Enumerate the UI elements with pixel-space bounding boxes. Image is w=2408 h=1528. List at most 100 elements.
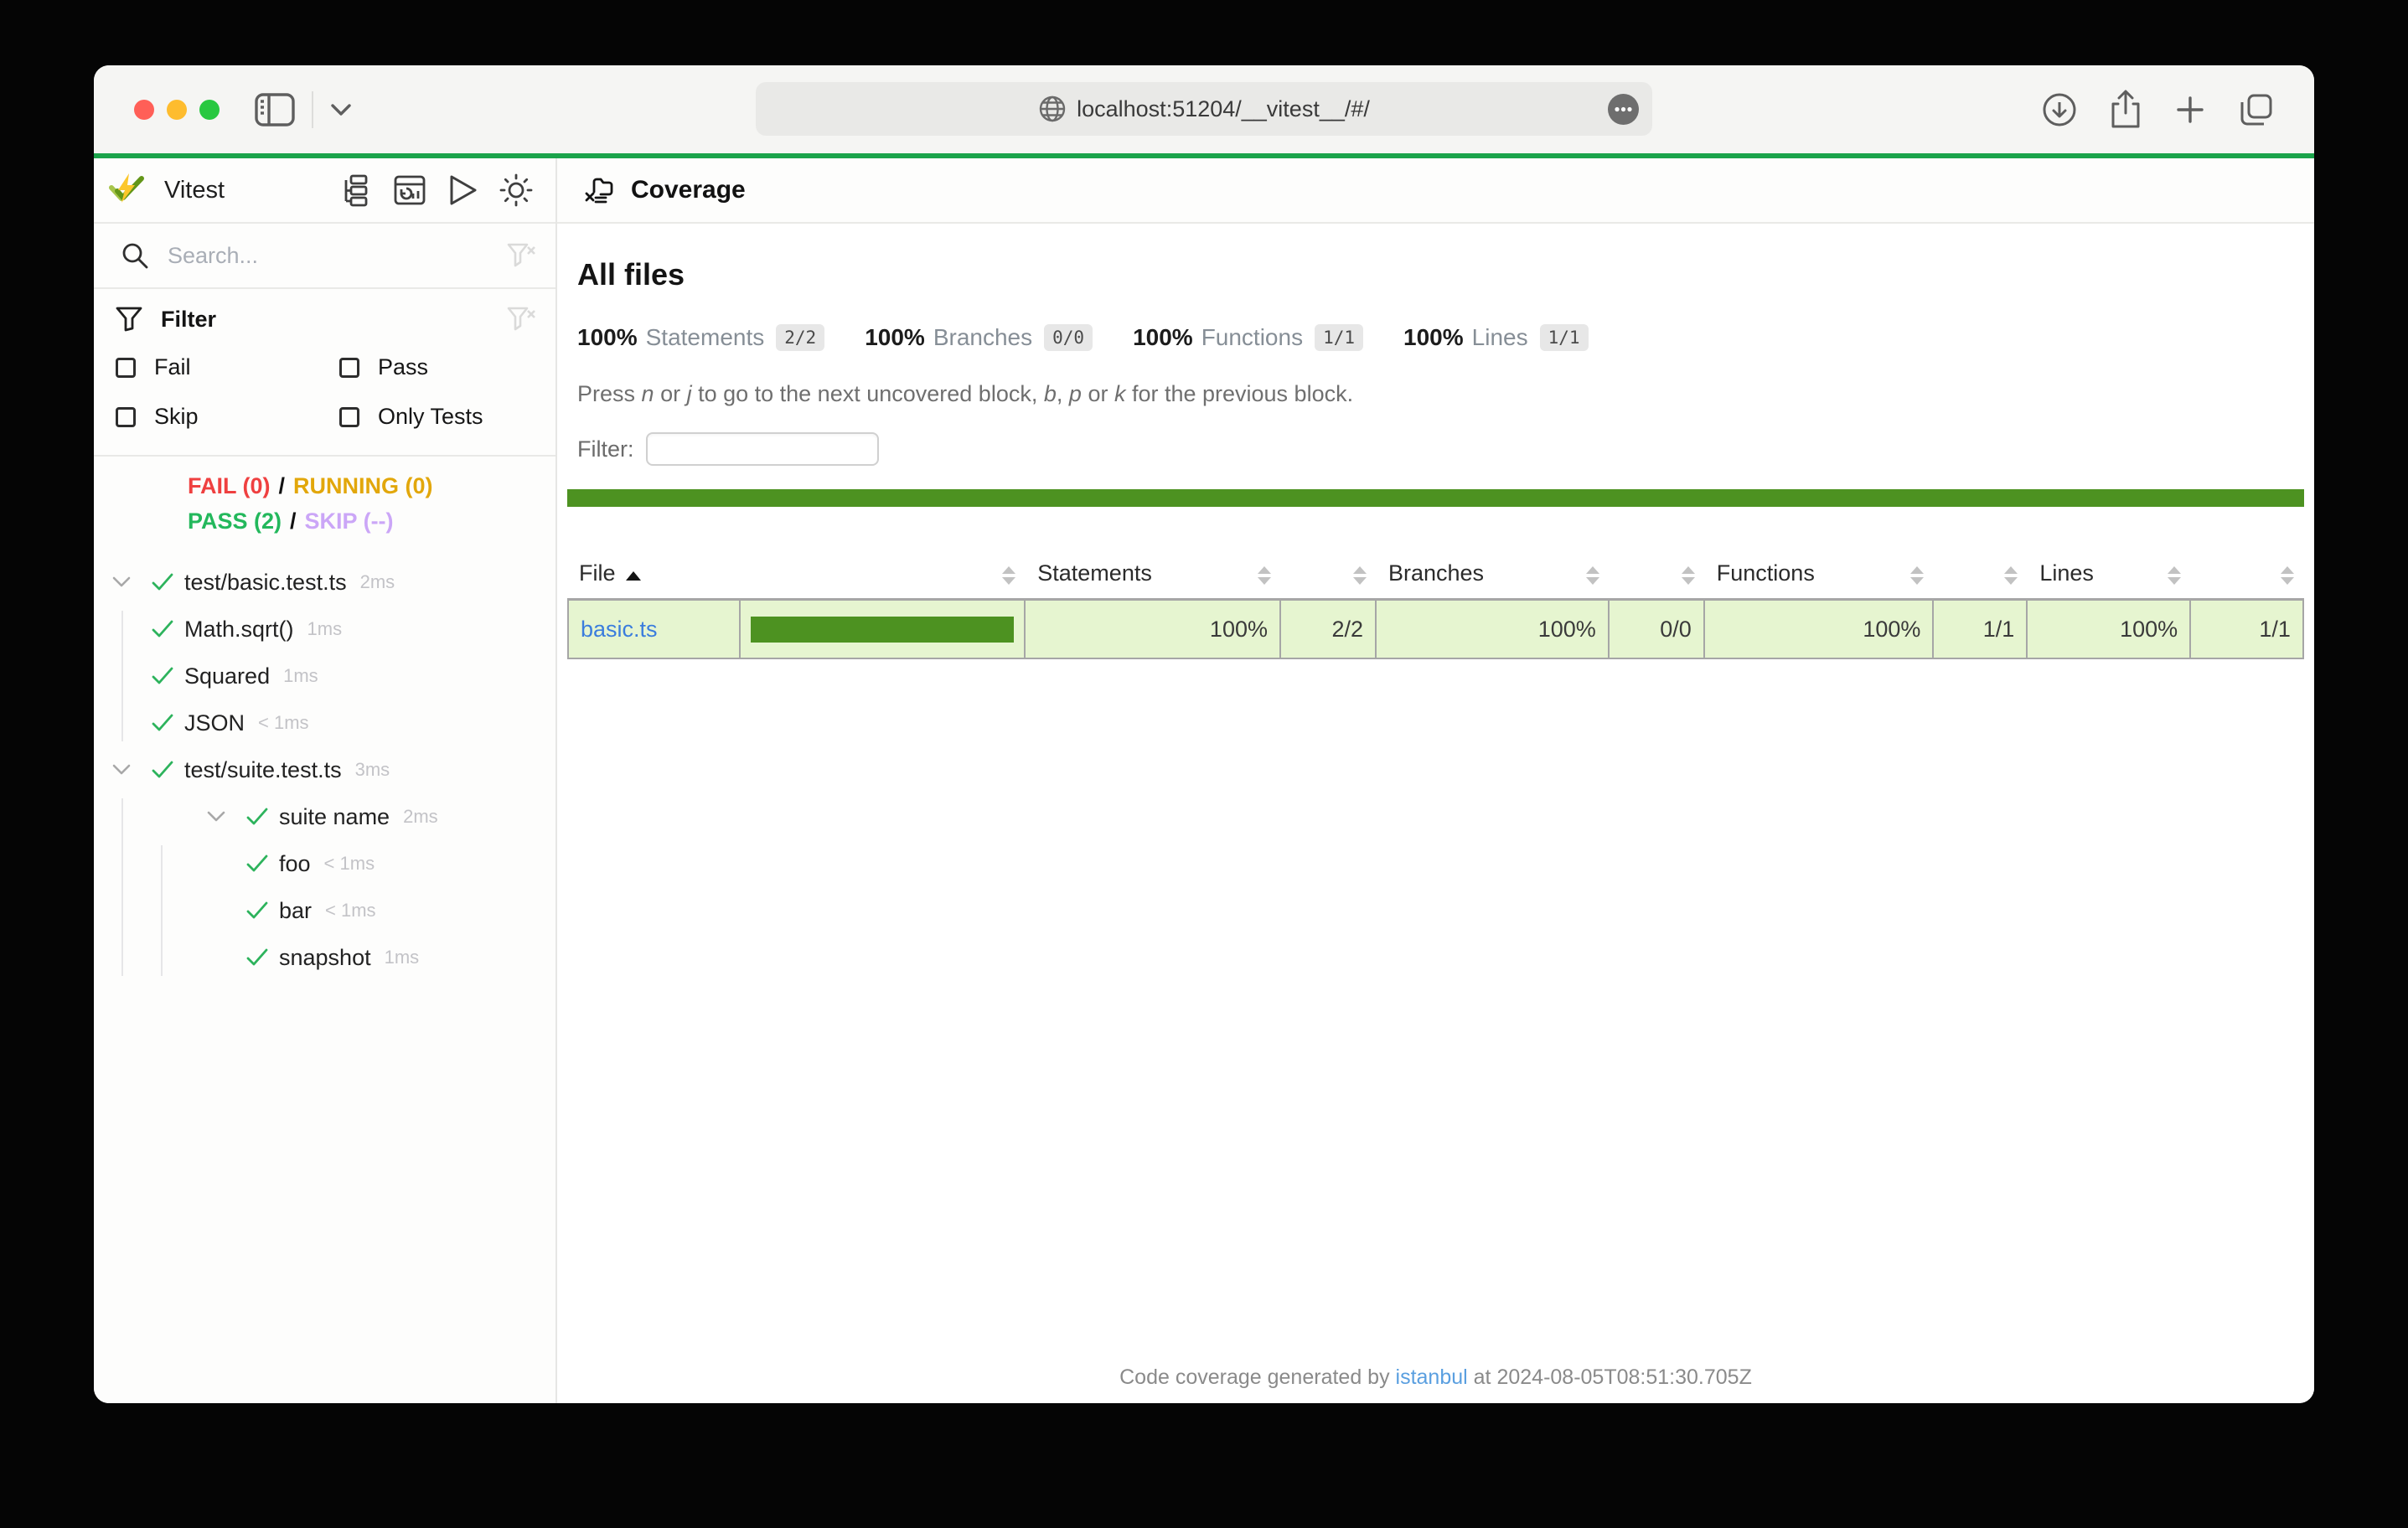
filter-checkbox-fail[interactable]: Fail [116, 354, 339, 380]
pass-check-icon [146, 667, 179, 685]
test-tree: test/basic.test.ts 2ms Math.sqrt() 1ms S… [94, 559, 555, 981]
main-panel: Coverage All files 100% Statements 2/2 1… [557, 158, 2314, 1403]
clear-search-filter-icon[interactable] [507, 242, 535, 269]
tree-indent-guide [121, 798, 123, 976]
sidebar-toggle-icon[interactable] [255, 93, 295, 126]
new-tab-icon[interactable] [2173, 93, 2207, 126]
sort-icon[interactable] [1353, 566, 1367, 585]
tree-row-test[interactable]: snapshot 1ms [94, 934, 555, 981]
search-input[interactable] [168, 243, 507, 269]
tree-row-file[interactable]: test/basic.test.ts 2ms [94, 559, 555, 606]
share-icon[interactable] [2108, 90, 2143, 130]
coverage-filter-input[interactable] [646, 432, 879, 466]
tree-row-file[interactable]: test/suite.test.ts 3ms [94, 746, 555, 793]
tree-row-test[interactable]: foo < 1ms [94, 840, 555, 887]
sort-icon[interactable] [1586, 566, 1599, 585]
tree-row-test[interactable]: Squared 1ms [94, 653, 555, 699]
coverage-status-bar [567, 489, 2304, 507]
sort-icon[interactable] [1258, 566, 1271, 585]
column-header-branches[interactable]: Branches [1377, 552, 1610, 598]
tree-row-suite[interactable]: suite name 2ms [94, 793, 555, 840]
chevron-down-icon[interactable] [330, 103, 352, 116]
column-header-file[interactable]: File [567, 552, 741, 598]
downloads-icon[interactable] [2041, 91, 2078, 128]
checkbox-icon[interactable] [116, 358, 136, 378]
lines-pct-cell: 100% [2028, 601, 2191, 659]
column-header-lines-frac[interactable] [2191, 552, 2304, 598]
run-status-summary: FAIL (0)/RUNNING (0) PASS (2)/SKIP (--) [94, 457, 555, 554]
chevron-down-icon[interactable] [112, 576, 146, 588]
coverage-filter-label: Filter: [577, 436, 634, 462]
pass-check-icon [240, 808, 274, 826]
browser-window: localhost:51204/__vitest__/#/ [94, 65, 2314, 1403]
fail-count: FAIL (0) [188, 473, 271, 498]
close-window-button[interactable] [134, 100, 154, 120]
column-header-lines[interactable]: Lines [2028, 552, 2191, 598]
lines-frac-cell: 1/1 [2191, 601, 2304, 659]
vitest-logo-icon [107, 171, 146, 209]
pass-count: PASS (2) [188, 508, 282, 534]
tree-row-test[interactable]: JSON < 1ms [94, 699, 555, 746]
address-bar[interactable]: localhost:51204/__vitest__/#/ [756, 82, 1652, 136]
sort-icon[interactable] [1910, 566, 1924, 585]
tree-row-test[interactable]: Math.sqrt() 1ms [94, 606, 555, 653]
sort-icon[interactable] [1682, 566, 1695, 585]
istanbul-link[interactable]: istanbul [1396, 1365, 1468, 1389]
column-header-functions[interactable]: Functions [1705, 552, 1935, 598]
skip-count: SKIP (--) [305, 508, 394, 534]
sort-icon[interactable] [2004, 566, 2018, 585]
app-title: Vitest [164, 177, 225, 204]
stat-fraction-badge: 1/1 [1315, 324, 1363, 351]
toolbar-divider [312, 91, 313, 128]
checkbox-icon[interactable] [339, 358, 359, 378]
filter-checkbox-pass[interactable]: Pass [339, 354, 535, 380]
column-header-branches-frac[interactable] [1610, 552, 1705, 598]
column-header-bar[interactable] [741, 552, 1026, 598]
functions-pct-cell: 100% [1705, 601, 1935, 659]
chevron-down-icon[interactable] [112, 764, 146, 776]
filter-checkbox-only-tests[interactable]: Only Tests [339, 404, 535, 430]
column-header-statements[interactable]: Statements [1026, 552, 1281, 598]
chevron-down-icon[interactable] [207, 811, 240, 823]
coverage-table: File Statements Branche [567, 552, 2304, 659]
pass-check-icon [146, 620, 179, 638]
stat-fraction-badge: 2/2 [776, 324, 824, 351]
checkbox-icon[interactable] [116, 407, 136, 427]
theme-toggle-icon[interactable] [499, 173, 534, 208]
filter-checkbox-skip[interactable]: Skip [116, 404, 339, 430]
sort-icon[interactable] [1002, 566, 1015, 585]
sort-icon[interactable] [2168, 566, 2181, 585]
file-link[interactable]: basic.ts [581, 617, 658, 643]
stat-statements: 100% Statements 2/2 [577, 324, 824, 351]
tree-row-test[interactable]: bar < 1ms [94, 887, 555, 934]
coverage-table-row: basic.ts 100% 2/2 100% 0/0 100% 1/1 100%… [567, 601, 2304, 659]
pass-check-icon [146, 761, 179, 779]
statements-frac-cell: 2/2 [1281, 601, 1377, 659]
dashboard-icon[interactable] [393, 173, 426, 207]
url-text: localhost:51204/__vitest__/#/ [1077, 96, 1370, 122]
branches-frac-cell: 0/0 [1610, 601, 1705, 659]
statements-pct-cell: 100% [1026, 601, 1281, 659]
minimize-window-button[interactable] [167, 100, 187, 120]
filter-icon [116, 307, 142, 332]
clear-filter-icon[interactable] [507, 306, 535, 333]
column-header-statements-frac[interactable] [1281, 552, 1377, 598]
tests-tree-view-icon[interactable] [339, 173, 373, 207]
checkbox-icon[interactable] [339, 407, 359, 427]
zoom-window-button[interactable] [199, 100, 220, 120]
tab-overview-icon[interactable] [2237, 90, 2276, 129]
run-all-icon[interactable] [447, 173, 478, 207]
sort-icon[interactable] [2281, 566, 2294, 585]
globe-icon [1038, 95, 1067, 123]
coverage-heading: All files [577, 257, 2304, 292]
filter-title: Filter [161, 307, 216, 333]
stat-fraction-badge: 1/1 [1540, 324, 1589, 351]
traffic-lights [134, 100, 220, 120]
column-header-functions-frac[interactable] [1934, 552, 2028, 598]
pass-check-icon [240, 854, 274, 873]
coverage-bar-cell [741, 601, 1026, 659]
pass-check-icon [240, 948, 274, 967]
page-settings-icon[interactable] [1608, 94, 1639, 125]
tree-indent-guide [161, 845, 163, 976]
pass-check-icon [240, 901, 274, 920]
